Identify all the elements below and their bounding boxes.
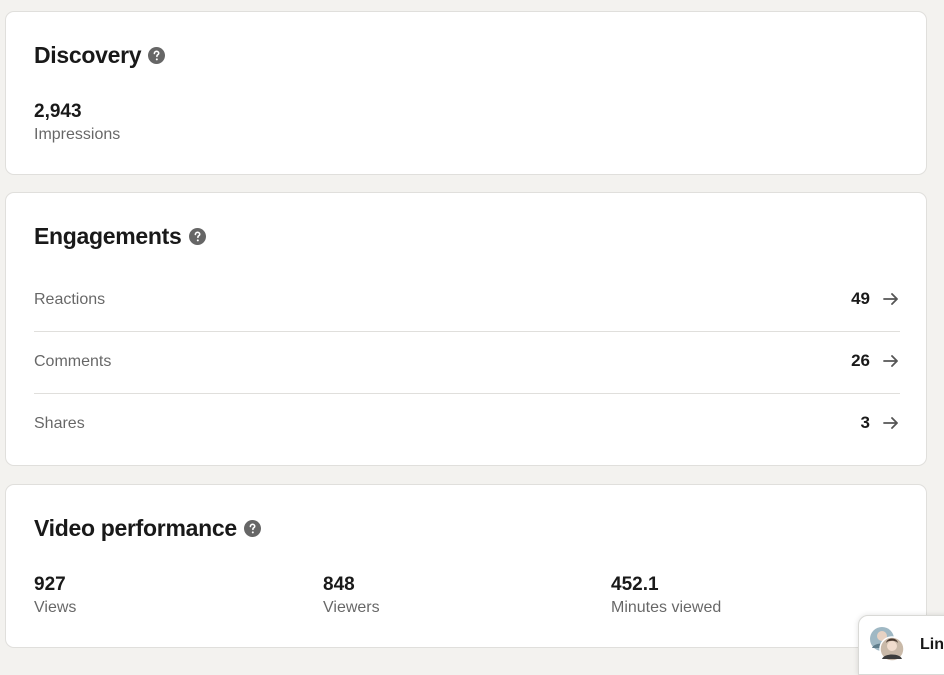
shares-count: 3	[860, 413, 870, 432]
comments-link[interactable]: 26	[851, 351, 900, 371]
arrow-right-icon[interactable]	[882, 352, 900, 370]
comments-count: 26	[851, 351, 870, 370]
impressions-value: 2,943	[34, 101, 82, 122]
viewers-value: 848	[323, 574, 355, 595]
question-circle-icon[interactable]	[148, 47, 166, 64]
messaging-overlay-button[interactable]: Lin	[858, 615, 944, 675]
question-circle-icon[interactable]	[188, 228, 206, 245]
comments-label: Comments	[34, 353, 112, 370]
arrow-right-icon[interactable]	[882, 290, 900, 308]
discovery-title: Discovery	[34, 42, 166, 69]
shares-link[interactable]: 3	[861, 413, 900, 433]
engagement-row-comments[interactable]: Comments 26	[34, 332, 900, 394]
viewers-label: Viewers	[323, 599, 380, 616]
views-value: 927	[34, 574, 66, 595]
minutes-viewed-label: Minutes viewed	[611, 599, 722, 616]
minutes-viewed-value: 452.1	[611, 574, 659, 595]
question-circle-icon[interactable]	[243, 520, 261, 537]
engagements-card: Engagements Reactions 49 Comments 26 Sha…	[5, 192, 927, 466]
impressions-label: Impressions	[34, 126, 121, 143]
messaging-label: Lin	[920, 636, 944, 653]
reactions-label: Reactions	[34, 291, 106, 308]
engagements-title: Engagements	[34, 223, 206, 250]
video-performance-title-text: Video performance	[34, 515, 237, 541]
discovery-title-text: Discovery	[34, 42, 142, 68]
views-label: Views	[34, 599, 77, 616]
shares-label: Shares	[34, 415, 85, 432]
avatar-stack-icon	[870, 627, 905, 662]
discovery-card: Discovery 2,943 Impressions	[5, 11, 927, 175]
reactions-count: 49	[851, 289, 870, 308]
arrow-right-icon[interactable]	[882, 414, 900, 432]
engagement-row-shares[interactable]: Shares 3	[34, 394, 900, 456]
engagement-row-reactions[interactable]: Reactions 49	[34, 270, 900, 332]
engagements-title-text: Engagements	[34, 223, 182, 249]
video-performance-title: Video performance	[34, 515, 261, 542]
video-performance-card: Video performance 927 Views 848 Viewers …	[5, 484, 927, 648]
reactions-link[interactable]: 49	[851, 289, 900, 309]
